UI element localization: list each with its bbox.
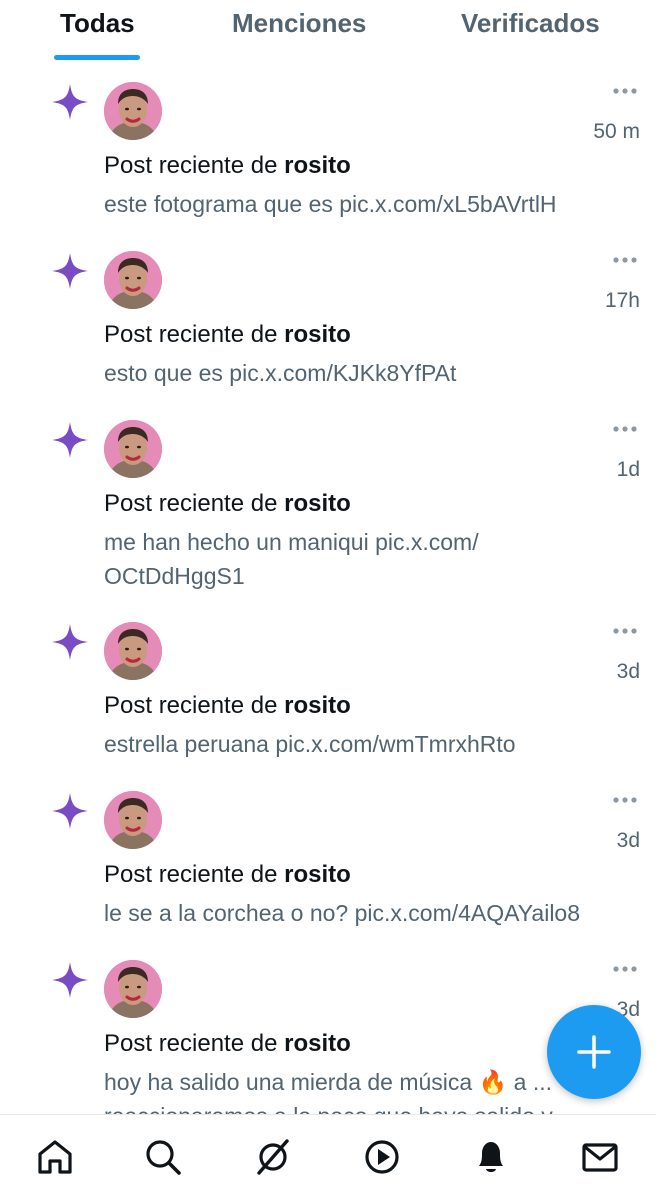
nav-messages[interactable] [580, 1137, 620, 1177]
notification-title: Post reciente de rosito [104, 152, 351, 180]
plus-icon [577, 1035, 611, 1069]
sparkle-icon [50, 791, 90, 831]
mail-icon [582, 1143, 618, 1172]
notification-prefix: Post reciente de [104, 321, 278, 348]
notification-time: 3d [616, 660, 640, 683]
notification-user[interactable]: rosito [284, 692, 351, 719]
sparkle-icon [50, 82, 90, 122]
notification-text: esto que es pic.x.com/KJKk8YfPAt [104, 360, 457, 386]
notification-time: 3d [616, 829, 640, 852]
more-options-icon[interactable] [612, 791, 638, 803]
notification-item[interactable]: 17h Post reciente de rosito esto que es pi… [0, 231, 656, 401]
avatar[interactable] [104, 251, 162, 309]
more-options-icon[interactable] [612, 420, 638, 432]
bottom-navigation [0, 1114, 656, 1201]
avatar[interactable] [104, 622, 162, 680]
notification-time: 1d [616, 458, 640, 481]
notification-text: me han hecho un maniqui pic.x.com/ OCtDd… [104, 529, 479, 589]
more-options-icon[interactable] [612, 82, 638, 94]
notification-text: estrella peruana pic.x.com/wmTmrxhRto [104, 731, 516, 757]
notification-user[interactable]: rosito [284, 490, 351, 517]
notification-item[interactable]: 50 m Post reciente de rosito este fotogram… [0, 62, 656, 232]
nav-video[interactable] [362, 1137, 402, 1177]
search-icon [146, 1140, 181, 1175]
notification-user[interactable]: rosito [284, 152, 351, 179]
home-icon [38, 1140, 72, 1174]
notification-user[interactable]: rosito [284, 1030, 351, 1057]
sparkle-icon [50, 251, 90, 291]
tab-verificados[interactable]: Verificados [461, 8, 600, 39]
notification-title: Post reciente de rosito [104, 1030, 351, 1058]
notification-prefix: Post reciente de [104, 490, 278, 517]
notification-prefix: Post reciente de [104, 692, 278, 719]
notification-user[interactable]: rosito [284, 321, 351, 348]
avatar[interactable] [104, 960, 162, 1018]
tab-todas[interactable]: Todas [60, 8, 135, 39]
grok-icon [257, 1139, 289, 1175]
nav-search[interactable] [143, 1137, 183, 1177]
play-icon [365, 1140, 399, 1174]
notification-text: este fotograma que es pic.x.com/xL5bAVrt… [104, 191, 557, 217]
notification-user[interactable]: rosito [284, 861, 351, 888]
tab-menciones[interactable]: Menciones [232, 8, 366, 39]
notification-time: 50 m [593, 120, 640, 143]
notification-item[interactable]: 3d Post reciente de rosito estrella peruan… [0, 602, 656, 772]
compose-post-button[interactable] [547, 1005, 641, 1099]
more-options-icon[interactable] [612, 251, 638, 263]
notification-prefix: Post reciente de [104, 861, 278, 888]
sparkle-icon [50, 960, 90, 1000]
notification-time: 17h [604, 289, 640, 312]
notification-prefix: Post reciente de [104, 152, 278, 179]
avatar[interactable] [104, 791, 162, 849]
sparkle-icon [50, 622, 90, 662]
nav-grok[interactable] [253, 1137, 293, 1177]
avatar[interactable] [104, 82, 162, 140]
notification-title: Post reciente de rosito [104, 692, 351, 720]
notification-text: le se a la corchea o no? pic.x.com/4AQAY… [104, 900, 581, 926]
notification-title: Post reciente de rosito [104, 861, 351, 889]
nav-home[interactable] [35, 1137, 75, 1177]
avatar[interactable] [104, 420, 162, 478]
notification-prefix: Post reciente de [104, 1030, 278, 1057]
notification-item[interactable]: 3d Post reciente de rosito le se a la corc… [0, 771, 656, 941]
more-options-icon[interactable] [612, 622, 638, 634]
notification-tabs: Todas Menciones Verificados [0, 0, 656, 63]
active-tab-indicator [54, 55, 140, 60]
nav-notifications[interactable] [471, 1137, 511, 1177]
bell-icon [479, 1142, 503, 1172]
sparkle-icon [50, 420, 90, 460]
notification-item[interactable]: 1d Post reciente de rosito me han hecho un… [0, 400, 656, 603]
more-options-icon[interactable] [612, 960, 638, 972]
notification-title: Post reciente de rosito [104, 321, 351, 349]
notification-title: Post reciente de rosito [104, 490, 351, 518]
